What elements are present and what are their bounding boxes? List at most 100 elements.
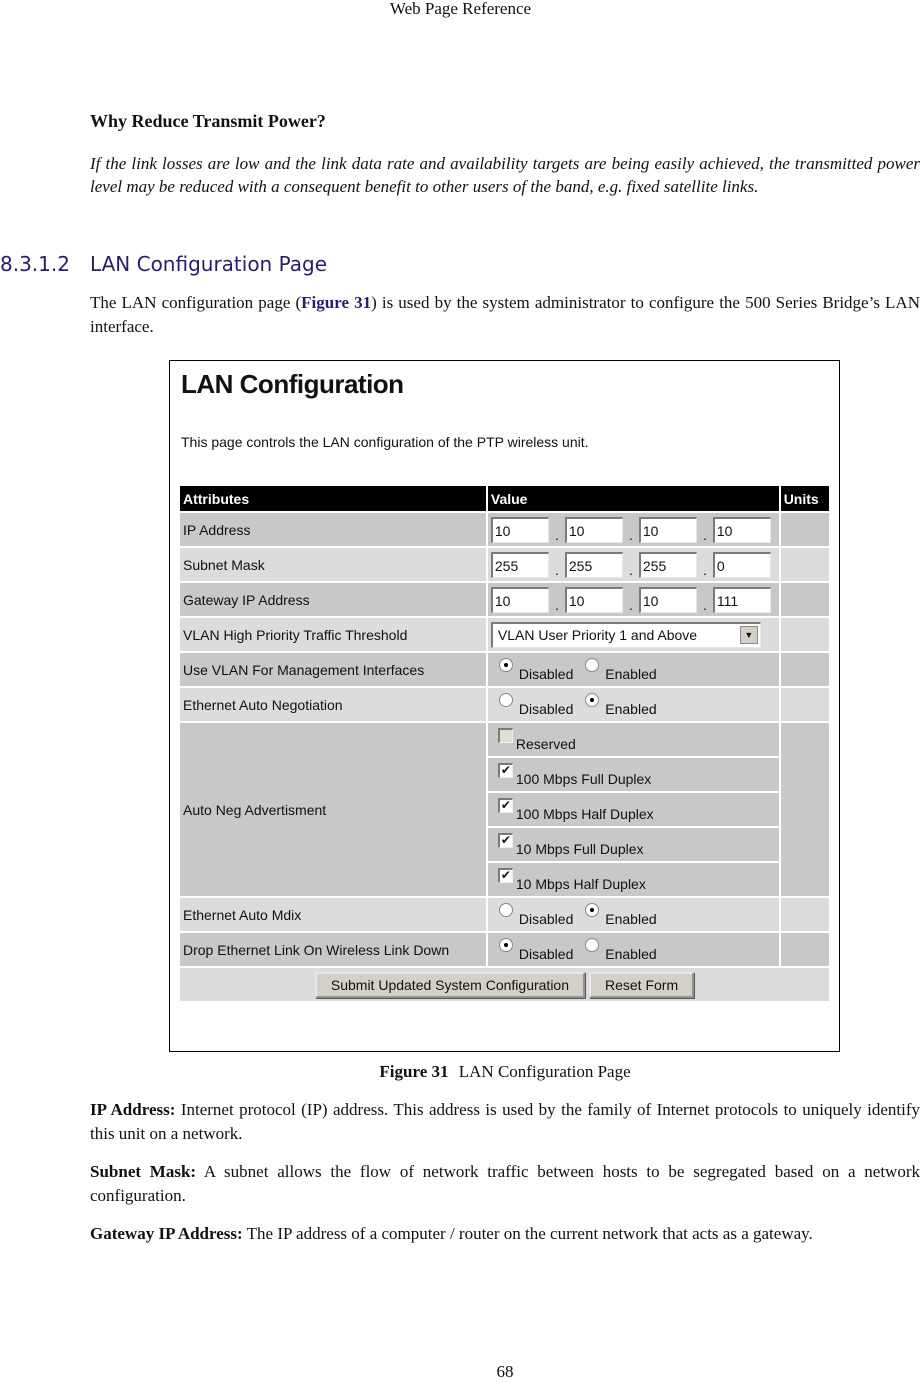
auto-neg-option-reserved: Reserved [487, 723, 779, 756]
checkbox-label: 10 Mbps Full Duplex [515, 840, 644, 857]
lan-config-table: Attributes Value Units IP Address 10. 10.… [178, 484, 831, 1003]
definition-text: The IP address of a computer / router on… [242, 1224, 813, 1243]
row-vlan-threshold: VLAN High Priority Traffic Threshold VLA… [180, 618, 829, 651]
row-buttons: Submit Updated System Configuration Reset… [180, 968, 829, 1001]
10-full-duplex-checkbox[interactable]: ✔ [497, 832, 513, 848]
radio-label-disabled: Disabled [518, 700, 574, 717]
use-vlan-mgmt-label: Use VLAN For Management Interfaces [180, 653, 486, 686]
ip-address-label: IP Address [180, 513, 486, 546]
ip-octet-2-input[interactable]: 10 [564, 516, 623, 543]
radio-label-disabled: Disabled [518, 665, 574, 682]
100-half-duplex-checkbox[interactable]: ✔ [497, 797, 513, 813]
use-vlan-mgmt-enabled-radio[interactable] [585, 657, 600, 672]
ip-octet-1-input[interactable]: 10 [490, 516, 549, 543]
definition-term: Subnet Mask: [90, 1162, 197, 1181]
table-header-row: Attributes Value Units [180, 486, 829, 511]
definition-gateway-ip: Gateway IP Address: The IP address of a … [90, 1222, 920, 1246]
auto-neg-option-100-half: ✔100 Mbps Half Duplex [487, 793, 779, 826]
octet-separator: . [702, 526, 707, 543]
subsection-heading: 8.3.1.2 LAN Configuration Page [0, 252, 327, 276]
eth-auto-neg-radios: Disabled Enabled [487, 688, 779, 721]
eth-auto-neg-enabled-radio[interactable] [585, 692, 600, 707]
octet-separator: . [628, 596, 633, 613]
radio-label-disabled: Disabled [518, 945, 574, 962]
page-number: 68 [496, 1362, 514, 1381]
subnet-mask-field: 255. 255. 255. 0 [487, 548, 779, 581]
units-cell [780, 583, 829, 616]
lan-configuration-screenshot: LAN Configuration This page controls the… [169, 360, 840, 1052]
units-cell [780, 933, 829, 966]
use-vlan-mgmt-disabled-radio[interactable] [498, 657, 513, 672]
definition-term: Gateway IP Address: [90, 1224, 243, 1243]
row-gateway-ip: Gateway IP Address 10. 10. 10. 111 [180, 583, 829, 616]
running-head: Web Page Reference [389, 0, 532, 18]
ip-octet-4-input[interactable]: 10 [712, 516, 771, 543]
units-cell [780, 653, 829, 686]
checkbox-label: 10 Mbps Half Duplex [515, 875, 646, 892]
eth-auto-neg-label: Ethernet Auto Negotiation [180, 688, 486, 721]
figure-caption: Figure 31 LAN Configuration Page [0, 1062, 921, 1082]
checkbox-label: 100 Mbps Full Duplex [515, 770, 652, 787]
row-eth-auto-neg: Ethernet Auto Negotiation Disabled Enabl… [180, 688, 829, 721]
row-ip-address: IP Address 10. 10. 10. 10 [180, 513, 829, 546]
auto-neg-adv-label: Auto Neg Advertisment [180, 723, 486, 896]
units-cell [780, 548, 829, 581]
radio-label-enabled: Enabled [605, 945, 657, 962]
reserved-checkbox[interactable] [497, 727, 513, 743]
10-half-duplex-checkbox[interactable]: ✔ [497, 867, 513, 883]
submit-configuration-button[interactable]: Submit Updated System Configuration [314, 971, 585, 998]
gateway-octet-2-input[interactable]: 10 [564, 586, 623, 613]
header-units: Units [780, 486, 829, 511]
lan-config-description: This page controls the LAN configuration… [181, 434, 589, 450]
subnet-octet-1-input[interactable]: 255 [490, 551, 549, 578]
100-full-duplex-checkbox[interactable]: ✔ [497, 762, 513, 778]
units-cell [780, 618, 829, 651]
vlan-threshold-cell: VLAN User Priority 1 and Above ▼ [487, 618, 779, 651]
drop-eth-link-disabled-radio[interactable] [498, 937, 513, 952]
transmit-power-paragraph: If the link losses are low and the link … [90, 154, 920, 196]
gateway-ip-field: 10. 10. 10. 111 [487, 583, 779, 616]
eth-auto-mdix-disabled-radio[interactable] [498, 902, 513, 917]
octet-separator: . [554, 596, 559, 613]
row-auto-neg-adv: Auto Neg Advertisment Reserved [180, 723, 829, 896]
reset-form-button[interactable]: Reset Form [589, 971, 695, 998]
units-cell [780, 688, 829, 721]
gateway-octet-4-input[interactable]: 111 [712, 586, 771, 613]
subnet-octet-2-input[interactable]: 255 [564, 551, 623, 578]
vlan-threshold-select[interactable]: VLAN User Priority 1 and Above ▼ [490, 621, 761, 648]
ip-octet-3-input[interactable]: 10 [638, 516, 697, 543]
definition-term: IP Address: [90, 1100, 176, 1119]
definition-subnet-mask: Subnet Mask: A subnet allows the flow of… [90, 1160, 920, 1208]
radio-label-enabled: Enabled [605, 910, 657, 927]
octet-separator: . [702, 596, 707, 613]
subsection-number: 8.3.1.2 [0, 252, 70, 276]
caption-text: LAN Configuration Page [458, 1062, 631, 1081]
subnet-octet-3-input[interactable]: 255 [638, 551, 697, 578]
row-drop-eth-link: Drop Ethernet Link On Wireless Link Down… [180, 933, 829, 966]
octet-separator: . [628, 561, 633, 578]
gateway-ip-label: Gateway IP Address [180, 583, 486, 616]
radio-label-enabled: Enabled [605, 700, 657, 717]
header-attributes: Attributes [180, 486, 486, 511]
auto-neg-option-10-full: ✔10 Mbps Full Duplex [487, 828, 779, 861]
gateway-octet-1-input[interactable]: 10 [490, 586, 549, 613]
vlan-threshold-label: VLAN High Priority Traffic Threshold [180, 618, 486, 651]
drop-eth-link-enabled-radio[interactable] [585, 937, 600, 952]
eth-auto-mdix-label: Ethernet Auto Mdix [180, 898, 486, 931]
button-cell: Submit Updated System Configuration Reset… [180, 968, 829, 1001]
row-subnet-mask: Subnet Mask 255. 255. 255. 0 [180, 548, 829, 581]
auto-neg-option-10-half: ✔10 Mbps Half Duplex [487, 863, 779, 896]
gateway-octet-3-input[interactable]: 10 [638, 586, 697, 613]
figure-reference-link[interactable]: Figure 31 [301, 293, 371, 312]
definition-ip-address: IP Address: Internet protocol (IP) addre… [90, 1098, 920, 1146]
lan-config-title: LAN Configuration [181, 369, 404, 399]
octet-separator: . [702, 561, 707, 578]
octet-separator: . [554, 526, 559, 543]
subnet-octet-4-input[interactable]: 0 [712, 551, 771, 578]
eth-auto-neg-disabled-radio[interactable] [498, 692, 513, 707]
row-use-vlan-mgmt: Use VLAN For Management Interfaces Disab… [180, 653, 829, 686]
dropdown-arrow-icon[interactable]: ▼ [739, 625, 758, 644]
octet-separator: . [628, 526, 633, 543]
eth-auto-mdix-enabled-radio[interactable] [585, 902, 600, 917]
eth-auto-mdix-radios: Disabled Enabled [487, 898, 779, 931]
